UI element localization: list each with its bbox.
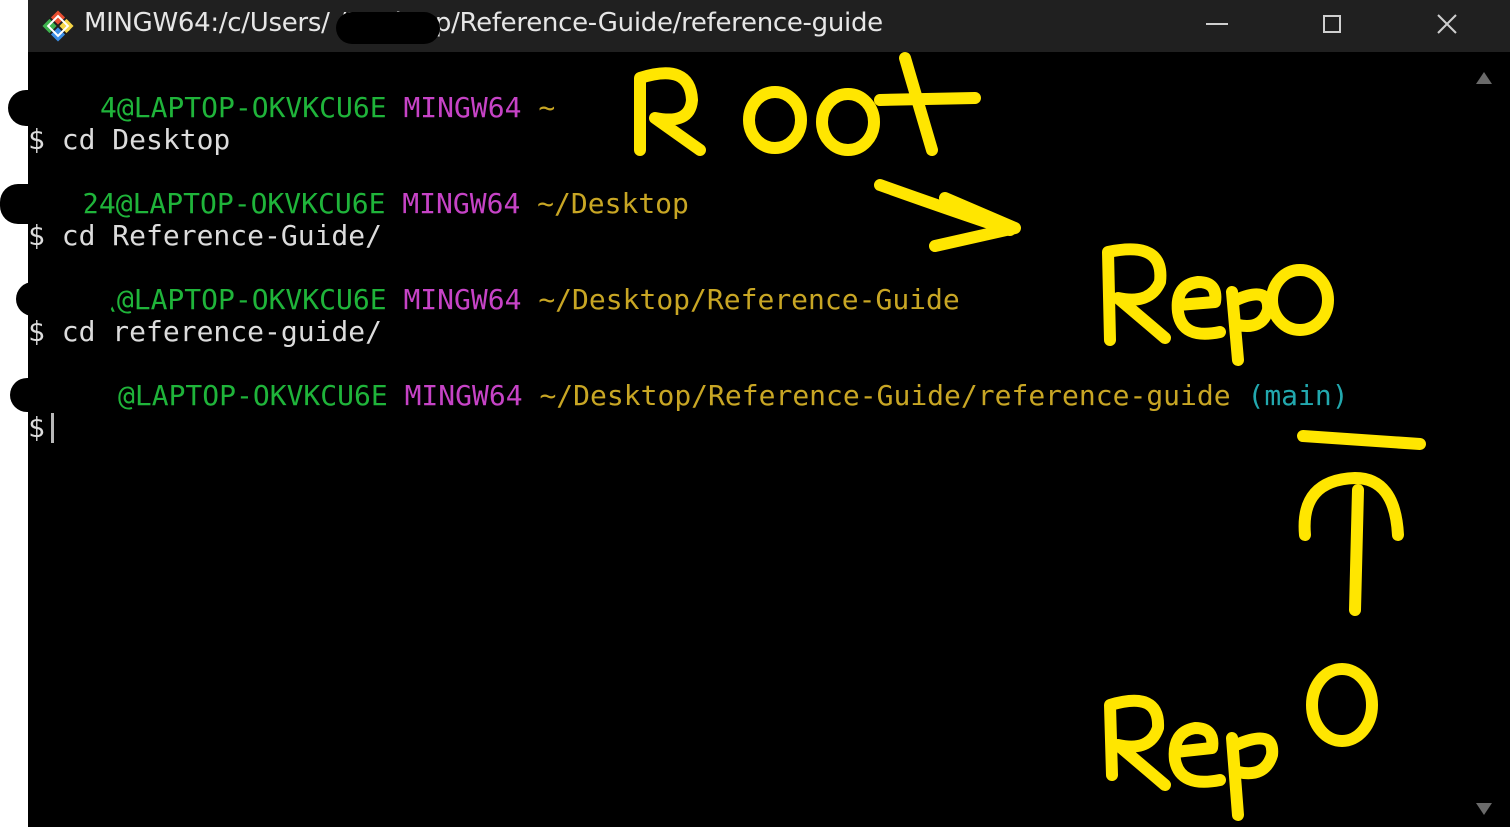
command-line: $ cd Reference-Guide/ <box>28 219 383 252</box>
command-line: $ cd Desktop <box>28 123 231 156</box>
prompt-path: ~ <box>538 91 556 124</box>
redaction-mark <box>8 90 98 126</box>
command-line[interactable]: $ <box>28 412 54 444</box>
prompt-line: 24@LAPTOP-OKVKCU6E MINGW64 ~/Desktop <box>82 188 689 220</box>
redaction-mark <box>10 378 112 412</box>
command-line: $ cd reference-guide/ <box>28 315 383 348</box>
prompt-user-host: @LAPTOP-OKVKCU6E <box>118 379 388 412</box>
minimize-icon <box>1206 23 1228 25</box>
redaction-mark <box>16 282 114 316</box>
git-bash-icon <box>42 10 74 42</box>
title-bar[interactable]: MINGW64:/c/Users/ /Desktop/Reference-Gui… <box>28 0 1510 52</box>
prompt-path: ~/Desktop/Reference-Guide/reference-guid… <box>539 379 1231 412</box>
scroll-up-arrow-icon[interactable] <box>1476 72 1492 84</box>
prompt-user-host: \@LAPTOP-OKVKCU6E <box>100 283 387 316</box>
redaction-mark <box>0 184 86 224</box>
prompt-shell: MINGW64 <box>404 379 523 412</box>
terminal-window: MINGW64:/c/Users/ /Desktop/Reference-Gui… <box>0 0 1510 827</box>
prompt-shell: MINGW64 <box>402 187 521 220</box>
prompt-line: 4@LAPTOP-OKVKCU6E MINGW64 ~ <box>100 92 555 124</box>
prompt-shell: MINGW64 <box>403 283 522 316</box>
text-cursor <box>50 413 54 443</box>
prompt-symbol: $ <box>28 411 45 444</box>
prompt-path: ~/Desktop/Reference-Guide <box>538 283 960 316</box>
close-icon <box>1437 14 1457 34</box>
prompt-user-host: 4@LAPTOP-OKVKCU6E <box>100 91 387 124</box>
prompt-line: \@LAPTOP-OKVKCU6E MINGW64 ~/Desktop/Refe… <box>100 284 960 316</box>
git-branch: (main) <box>1247 379 1349 412</box>
scrollbar[interactable] <box>1468 62 1510 827</box>
close-button[interactable] <box>1391 0 1503 48</box>
terminal-output[interactable]: 4@LAPTOP-OKVKCU6E MINGW64 ~ $ cd Desktop… <box>0 62 1468 827</box>
maximize-icon <box>1323 15 1341 33</box>
window-title: MINGW64:/c/Users/ /Desktop/Reference-Gui… <box>84 8 883 38</box>
prompt-shell: MINGW64 <box>403 91 522 124</box>
minimize-button[interactable] <box>1161 0 1273 48</box>
prompt-path: ~/Desktop <box>537 187 689 220</box>
scroll-down-arrow-icon[interactable] <box>1476 803 1492 815</box>
prompt-user-host: 24@LAPTOP-OKVKCU6E <box>82 187 386 220</box>
maximize-button[interactable] <box>1276 0 1388 48</box>
redaction-mark <box>336 12 440 44</box>
prompt-line: @LAPTOP-OKVKCU6E MINGW64 ~/Desktop/Refer… <box>118 380 1349 412</box>
